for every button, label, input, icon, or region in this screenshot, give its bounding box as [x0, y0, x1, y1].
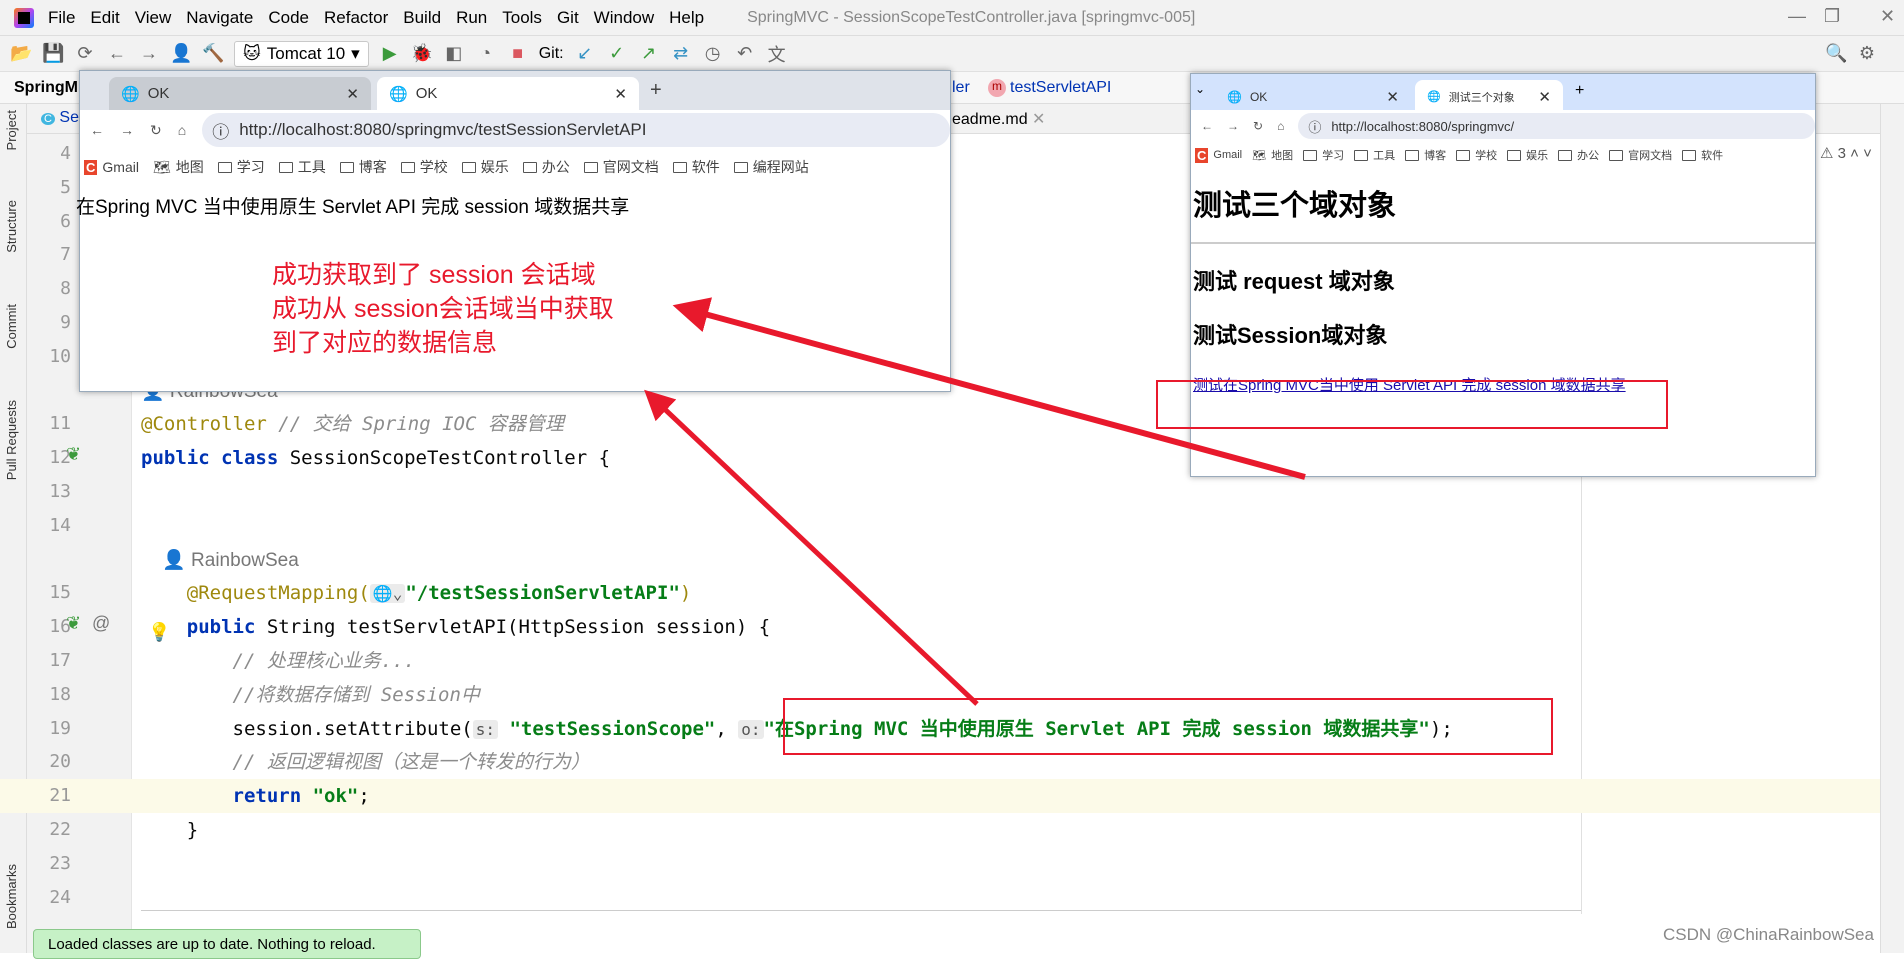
watermark: CSDN @ChinaRainbowSea [1663, 925, 1874, 944]
hot-reload-notification[interactable]: Loaded classes are up to date. Nothing t… [33, 929, 421, 959]
annotation-arrows [644, 297, 1306, 706]
arrow-to-page [644, 389, 979, 706]
arrow-to-annotation [672, 297, 1306, 480]
